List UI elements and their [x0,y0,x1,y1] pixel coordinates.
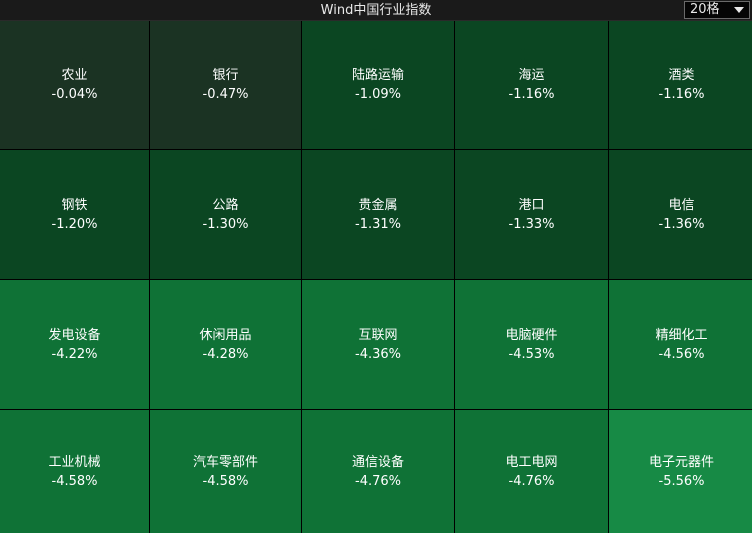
heatmap-tile[interactable]: 互联网 -4.36% [302,280,454,409]
tile-name: 互联网 [358,327,398,343]
tile-name: 银行 [212,68,239,83]
panel-title: Wind中国行业指数 [320,3,432,18]
heatmap-tile[interactable]: 汽车零部件 -4.58% [150,410,301,533]
tile-name: 休闲用品 [199,327,252,343]
heatmap-tile[interactable]: 精细化工 -4.56% [609,280,752,409]
heatmap-tile[interactable]: 酒类 -1.16% [609,21,752,149]
tile-change: -5.56% [658,473,705,489]
heatmap-tile[interactable]: 银行 -0.47% [150,21,301,149]
tile-name: 精细化工 [655,327,708,343]
tile-name: 港口 [518,197,545,213]
tile-name: 酒类 [668,68,695,83]
grid-size-select[interactable]: 20格 [684,1,750,19]
heatmap-tile[interactable]: 电信 -1.36% [609,150,752,279]
heatmap-tile[interactable]: 电脑硬件 -4.53% [455,280,608,409]
tile-name: 钢铁 [61,197,88,213]
tile-name: 农业 [61,68,88,83]
heatmap-tile[interactable]: 海运 -1.16% [455,21,608,149]
heatmap-tile[interactable]: 电工电网 -4.76% [455,410,608,533]
tile-change: -4.28% [202,346,249,362]
heatmap-tile[interactable]: 农业 -0.04% [0,21,149,149]
tile-name: 发电设备 [48,327,101,343]
tile-name: 公路 [212,197,239,213]
tile-name: 电信 [668,197,695,213]
tile-name: 海运 [518,68,545,83]
heatmap-tile[interactable]: 贵金属 -1.31% [302,150,454,279]
heatmap-tile[interactable]: 公路 -1.30% [150,150,301,279]
tile-name: 电工电网 [505,454,558,470]
tile-name: 通信设备 [351,454,404,470]
tile-change: -4.56% [658,346,705,362]
tile-change: -4.58% [51,473,98,489]
tile-name: 工业机械 [48,454,101,470]
tile-change: -1.20% [51,216,98,232]
tile-change: -4.53% [508,346,555,362]
tile-change: -1.09% [355,87,401,102]
heatmap-tile[interactable]: 港口 -1.33% [455,150,608,279]
tile-change: -4.76% [355,473,401,489]
tile-change: -0.04% [51,87,98,102]
heatmap-tile[interactable]: 工业机械 -4.58% [0,410,149,533]
tile-change: -1.30% [202,216,249,232]
title-bar: Wind中国行业指数 20格 [0,0,752,21]
tile-name: 电脑硬件 [505,327,558,343]
industry-heatmap: 农业 -0.04% 银行 -0.47% 陆路运输 -1.09% 海运 -1.16% 酒类… [0,21,752,533]
grid-size-value: 20格 [690,2,720,17]
tile-change: -4.22% [51,346,98,362]
tile-change: -0.47% [202,87,249,102]
tile-change: -1.33% [508,216,555,232]
tile-name: 贵金属 [358,197,398,213]
tile-change: -1.31% [355,216,401,232]
chevron-down-icon[interactable] [734,7,744,13]
heatmap-tile[interactable]: 发电设备 -4.22% [0,280,149,409]
tile-change: -4.36% [355,346,401,362]
tile-change: -1.16% [508,87,555,102]
tile-name: 电子元器件 [648,454,714,470]
heatmap-tile[interactable]: 钢铁 -1.20% [0,150,149,279]
tile-name: 汽车零部件 [192,454,258,470]
tile-change: -4.76% [508,473,555,489]
heatmap-tile[interactable]: 休闲用品 -4.28% [150,280,301,409]
tile-change: -4.58% [202,473,249,489]
tile-change: -1.36% [658,216,705,232]
heatmap-tile[interactable]: 通信设备 -4.76% [302,410,454,533]
tile-name: 陆路运输 [351,68,404,83]
heatmap-tile[interactable]: 电子元器件 -5.56% [609,410,752,533]
heatmap-tile[interactable]: 陆路运输 -1.09% [302,21,454,149]
tile-change: -1.16% [658,87,705,102]
